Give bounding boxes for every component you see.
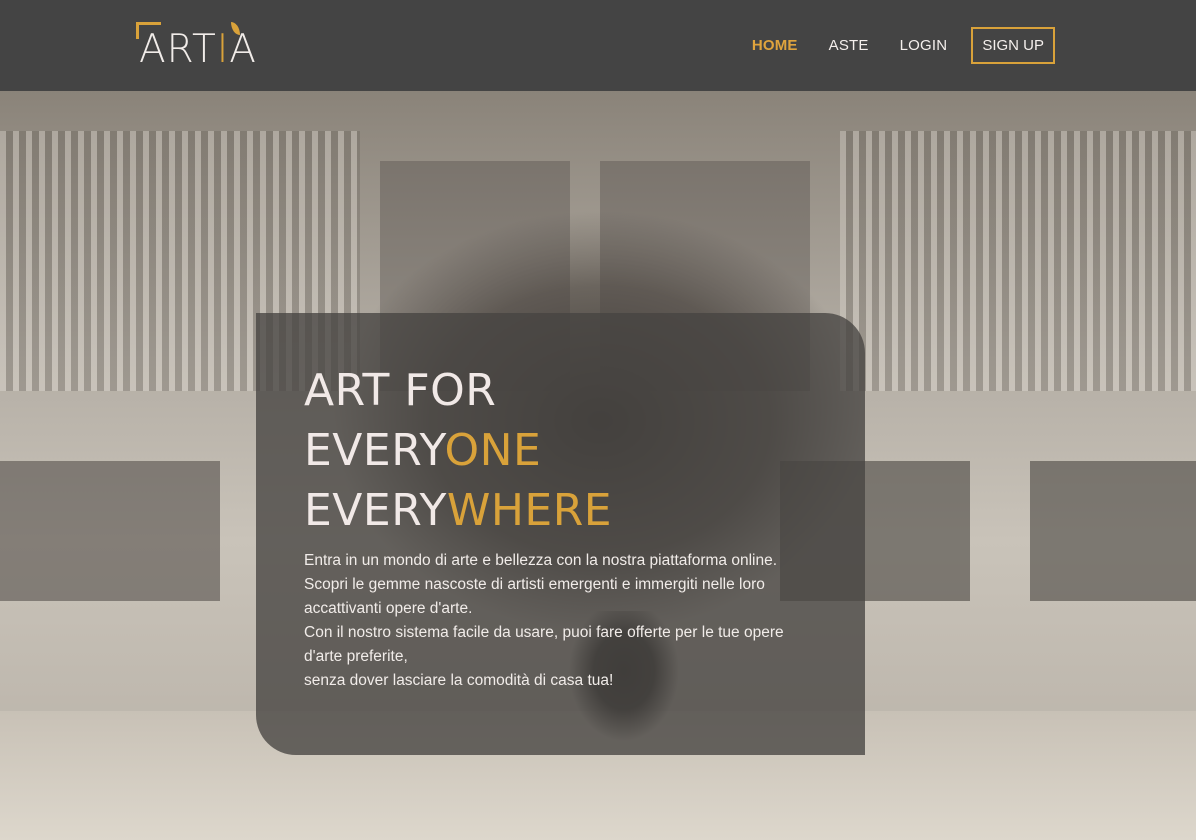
- logo-wordmark: ARTIA: [139, 27, 257, 72]
- hero-description-line: Scopri le gemme nascoste di artisti emer…: [304, 576, 765, 617]
- site-header: ARTIA HOME ASTE LOGIN SIGN UP: [0, 0, 1196, 91]
- hero-headline: ART FOR EVERYONE EVERYWHERE: [304, 365, 613, 536]
- nav-login-link[interactable]: LOGIN: [900, 37, 948, 54]
- hero-description-line: Con il nostro sistema facile da usare, p…: [304, 624, 784, 665]
- main-nav: HOME ASTE LOGIN SIGN UP: [721, 25, 1055, 65]
- artia-logo[interactable]: ARTIA: [136, 22, 276, 72]
- nav-home-link[interactable]: HOME: [752, 37, 798, 54]
- hero-description: Entra in un mondo di arte e bellezza con…: [304, 549, 824, 693]
- hero-section: ART FOR EVERYONE EVERYWHERE Entra in un …: [0, 91, 1196, 840]
- nav-aste-link[interactable]: ASTE: [829, 37, 869, 54]
- hero-card: ART FOR EVERYONE EVERYWHERE Entra in un …: [256, 313, 865, 755]
- hero-description-line: Entra in un mondo di arte e bellezza con…: [304, 552, 778, 569]
- hero-description-line: senza dover lasciare la comodità di casa…: [304, 672, 614, 689]
- signup-button[interactable]: SIGN UP: [971, 26, 1055, 64]
